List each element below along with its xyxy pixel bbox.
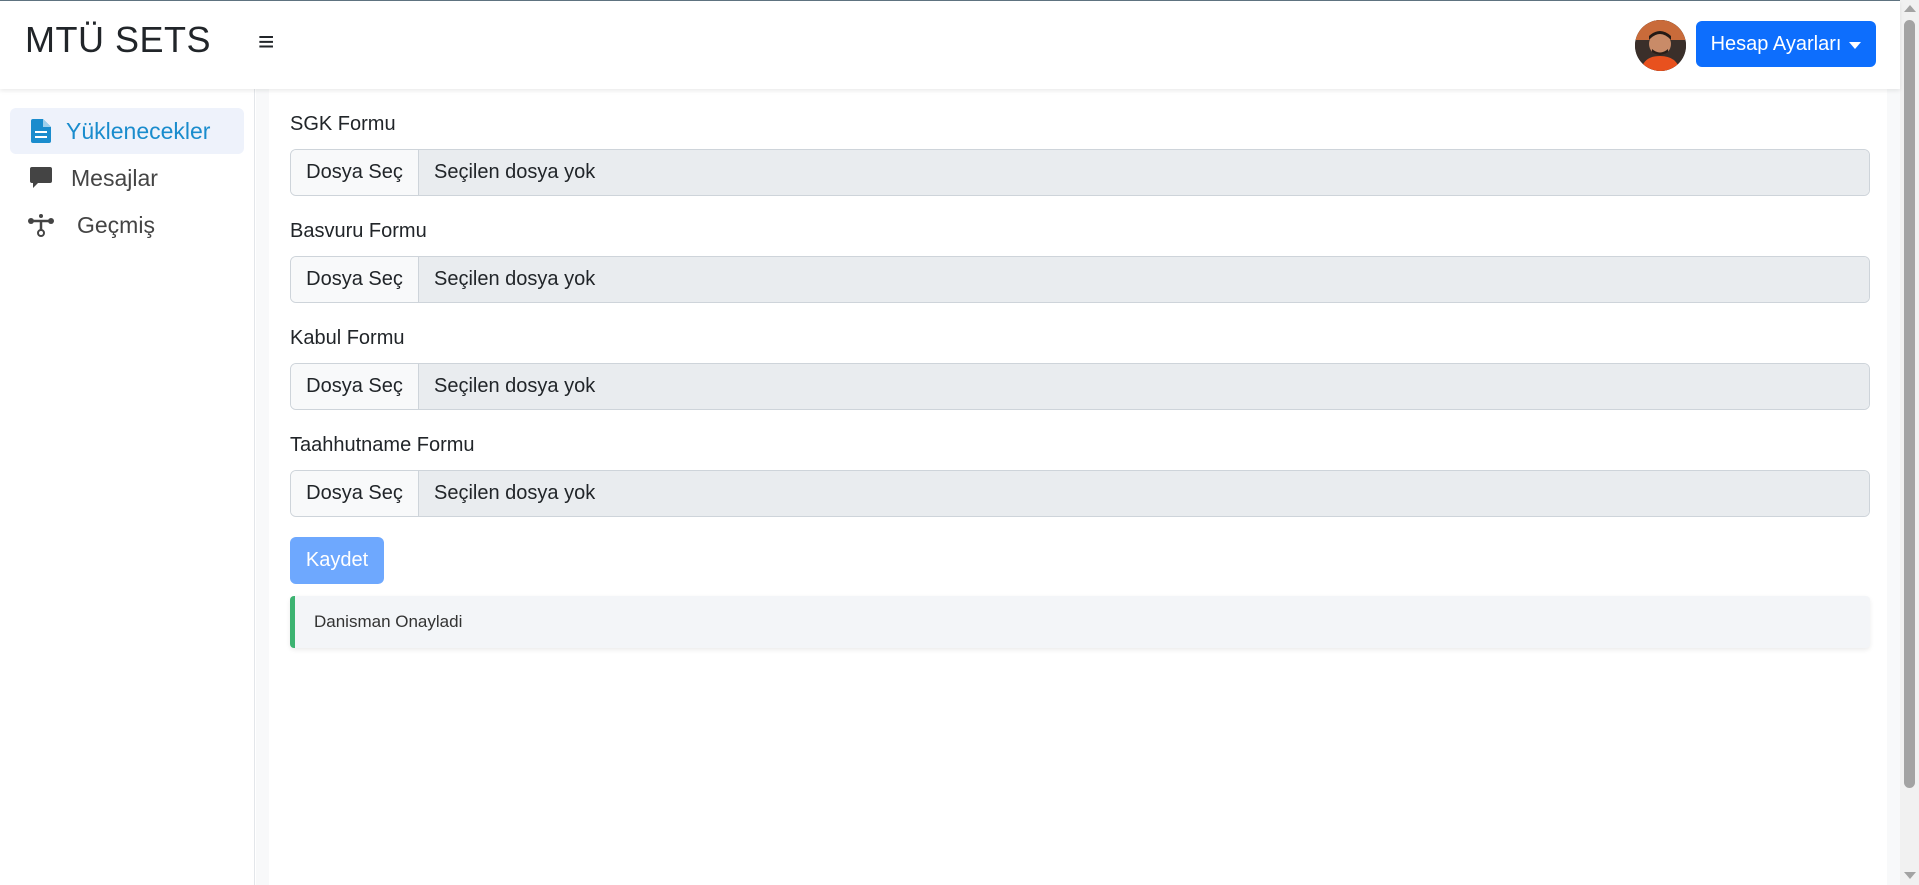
kabul-form-label: Kabul Formu bbox=[290, 327, 405, 349]
sidebar-item-yuklenecekler[interactable]: Yüklenecekler bbox=[10, 108, 244, 154]
page: MTÜ SETS ≡ Hesap Ayarları Yüklenecekler … bbox=[0, 0, 1919, 885]
scroll-up-icon[interactable] bbox=[1904, 5, 1916, 12]
choose-file-button[interactable]: Dosya Seç bbox=[291, 471, 419, 516]
sgk-form-label: SGK Formu bbox=[290, 113, 396, 135]
status-message: Danisman Onayladi bbox=[314, 612, 463, 631]
kabul-file-input[interactable]: Dosya Seç Seçilen dosya yok bbox=[290, 363, 1870, 410]
file-status-text: Seçilen dosya yok bbox=[419, 257, 1869, 302]
avatar[interactable] bbox=[1635, 20, 1686, 71]
file-status-text: Seçilen dosya yok bbox=[419, 471, 1869, 516]
basvuru-form-label: Basvuru Formu bbox=[290, 220, 427, 242]
sgk-file-input[interactable]: Dosya Seç Seçilen dosya yok bbox=[290, 149, 1870, 196]
scroll-down-icon[interactable] bbox=[1904, 872, 1916, 879]
avatar-icon bbox=[1635, 20, 1686, 71]
main-area: SGK Formu Dosya Seç Seçilen dosya yok Ba… bbox=[256, 89, 1900, 885]
sidebar-item-label: Mesajlar bbox=[71, 164, 158, 191]
sidebar-item-gecmis[interactable]: Geçmiş bbox=[10, 202, 244, 248]
account-settings-label: Hesap Ayarları bbox=[1710, 32, 1842, 55]
sidebar: Yüklenecekler Mesajlar Geçmiş bbox=[0, 89, 255, 885]
taahhutname-form-label: Taahhutname Formu bbox=[290, 434, 475, 456]
vertical-scrollbar[interactable] bbox=[1900, 0, 1919, 885]
status-alert: Danisman Onayladi bbox=[290, 596, 1870, 648]
scroll-thumb[interactable] bbox=[1904, 20, 1915, 788]
taahhutname-file-input[interactable]: Dosya Seç Seçilen dosya yok bbox=[290, 470, 1870, 517]
timeline-icon bbox=[26, 210, 56, 240]
sidebar-item-label: Geçmiş bbox=[77, 211, 155, 238]
choose-file-button[interactable]: Dosya Seç bbox=[291, 257, 419, 302]
sidebar-item-mesajlar[interactable]: Mesajlar bbox=[10, 155, 244, 201]
brand-title[interactable]: MTÜ SETS bbox=[25, 19, 211, 61]
top-navbar: MTÜ SETS ≡ Hesap Ayarları bbox=[0, 1, 1900, 89]
choose-file-button[interactable]: Dosya Seç bbox=[291, 364, 419, 409]
file-status-text: Seçilen dosya yok bbox=[419, 364, 1869, 409]
choose-file-button[interactable]: Dosya Seç bbox=[291, 150, 419, 195]
file-icon bbox=[26, 116, 56, 146]
save-button[interactable]: Kaydet bbox=[290, 537, 384, 584]
upload-form: SGK Formu Dosya Seç Seçilen dosya yok Ba… bbox=[269, 89, 1887, 885]
caret-down-icon bbox=[1849, 41, 1862, 49]
account-settings-dropdown[interactable]: Hesap Ayarları bbox=[1696, 21, 1876, 67]
file-status-text: Seçilen dosya yok bbox=[419, 150, 1869, 195]
sidebar-item-label: Yüklenecekler bbox=[66, 117, 211, 144]
message-icon bbox=[26, 163, 56, 193]
basvuru-file-input[interactable]: Dosya Seç Seçilen dosya yok bbox=[290, 256, 1870, 303]
hamburger-icon[interactable]: ≡ bbox=[258, 28, 284, 56]
